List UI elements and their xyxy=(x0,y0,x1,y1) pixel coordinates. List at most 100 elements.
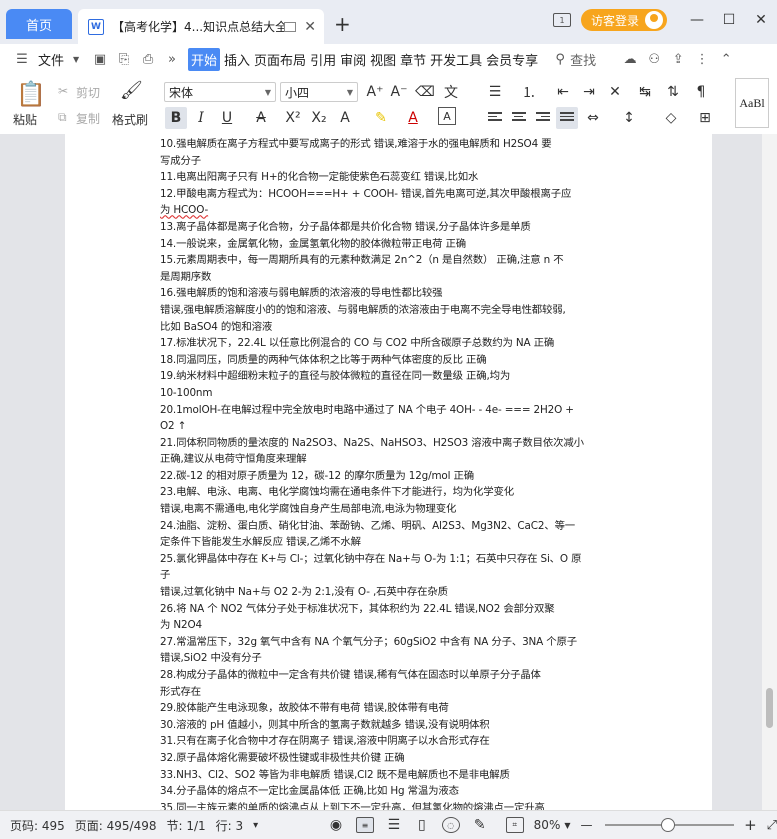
print-icon[interactable]: ⎙ xyxy=(140,52,156,67)
grow-font-icon[interactable]: A⁺ xyxy=(364,81,386,103)
fullscreen-icon[interactable]: ⤢ xyxy=(767,818,777,833)
strikethrough-button[interactable]: A xyxy=(250,107,272,129)
more-options-icon[interactable]: ⋮ xyxy=(694,52,710,67)
section-indicator[interactable]: 节: 1/1 xyxy=(166,817,205,834)
justify-icon[interactable] xyxy=(556,107,578,129)
align-right-icon[interactable] xyxy=(532,107,554,129)
highlight-icon[interactable]: ✎ xyxy=(370,107,392,129)
menu-chapter[interactable]: 章节 xyxy=(400,50,426,69)
page-count[interactable]: 页面: 495/498 xyxy=(75,817,157,834)
superscript-button[interactable]: X² xyxy=(282,107,304,129)
increase-indent-icon[interactable]: ⇥ xyxy=(578,81,600,103)
italic-button[interactable]: I xyxy=(190,107,212,129)
font-size-select[interactable]: 小四 ▼ xyxy=(280,82,358,102)
shading-icon[interactable]: ◇ xyxy=(660,107,682,129)
zoom-slider[interactable] xyxy=(604,818,735,832)
cloud-icon[interactable]: ☁ xyxy=(622,52,638,67)
collapse-ribbon-icon[interactable]: ⌃ xyxy=(718,52,734,67)
shrink-font-icon[interactable]: A⁻ xyxy=(388,81,410,103)
outline-view-icon[interactable]: ☰ xyxy=(386,817,402,833)
search-label[interactable]: 查找 xyxy=(570,50,596,69)
line-spacing-icon[interactable]: ↕ xyxy=(618,107,640,129)
style-preview[interactable]: AaBl xyxy=(735,78,769,128)
menu-view[interactable]: 视图 xyxy=(370,50,396,69)
page-count-icon[interactable]: 1 xyxy=(552,13,571,27)
align-center-icon[interactable] xyxy=(508,107,530,129)
sort-icon[interactable]: ⇅ xyxy=(662,81,684,103)
zoom-in-button[interactable]: + xyxy=(744,816,757,834)
show-marks-icon[interactable]: ¶ xyxy=(690,81,712,103)
home-tab[interactable]: 首页 xyxy=(6,9,72,39)
word-count-icon[interactable]: ▾ xyxy=(253,820,258,831)
underline-button[interactable]: U xyxy=(216,107,238,129)
menu-references[interactable]: 引用 xyxy=(310,50,336,69)
zoom-out-button[interactable]: — xyxy=(581,818,593,832)
row-indicator[interactable]: 行: 3 xyxy=(216,817,244,834)
minimize-button[interactable]: — xyxy=(681,12,713,28)
copy-button[interactable]: 复制 xyxy=(76,110,100,127)
document-line: 形式存在 xyxy=(160,684,705,701)
menu-developer[interactable]: 开发工具 xyxy=(430,50,482,69)
menu-member[interactable]: 会员专享 xyxy=(486,50,538,69)
share-user-icon[interactable]: ⚇ xyxy=(646,52,662,67)
page-number[interactable]: 页码: 495 xyxy=(10,817,65,834)
zoom-dropdown-icon[interactable]: ▼ xyxy=(564,821,570,830)
font-color-button[interactable]: A xyxy=(402,107,424,129)
align-left-icon[interactable] xyxy=(484,107,506,129)
write-view-icon[interactable]: ✎ xyxy=(472,817,488,833)
subscript-button[interactable]: X₂ xyxy=(308,107,330,129)
text-direction-icon[interactable]: ✕ xyxy=(604,81,626,103)
eye-protection-icon[interactable]: ◉ xyxy=(328,817,344,833)
fit-page-icon[interactable]: ⌗ xyxy=(505,817,524,833)
menu-page-layout[interactable]: 页面布局 xyxy=(254,50,306,69)
borders-icon[interactable]: ⊞ xyxy=(694,107,716,129)
bullet-list-icon[interactable]: ☰ xyxy=(484,81,506,103)
new-tab-button[interactable]: + xyxy=(334,12,351,36)
reading-view-icon[interactable]: ▯ xyxy=(414,817,430,833)
save-icon[interactable]: ▣ xyxy=(92,52,108,67)
cut-icon[interactable]: ✂ xyxy=(58,84,68,98)
share-icon[interactable]: ⇪ xyxy=(670,52,686,67)
scrollbar-thumb[interactable] xyxy=(766,688,773,728)
zoom-level[interactable]: 80% xyxy=(534,818,561,832)
menu-start[interactable]: 开始 xyxy=(188,47,221,71)
char-border-button[interactable]: A xyxy=(438,107,456,125)
menu-review[interactable]: 审阅 xyxy=(340,50,366,69)
clear-format-icon[interactable]: ⌫ xyxy=(414,81,436,103)
document-line-text: 25.氯化钾晶体中存在 K+与 Cl-；过氧化钠中存在 Na+与 O-为 1:1… xyxy=(160,552,582,565)
decrease-indent-icon[interactable]: ⇤ xyxy=(552,81,574,103)
format-painter-button[interactable]: 格式刷 xyxy=(112,111,148,128)
zoom-slider-knob[interactable] xyxy=(660,818,675,832)
font-name-value: 宋体 xyxy=(169,85,194,100)
font-name-select[interactable]: 宋体 ▼ xyxy=(164,82,276,102)
close-tab-icon[interactable]: ✕ xyxy=(304,19,316,35)
document-line-text: 24.油脂、淀粉、蛋白质、硝化甘油、苯酚钠、乙烯、明矾、Al2S3、Mg3N2、… xyxy=(160,519,576,532)
document-tab[interactable]: W 【高考化学】4...知识点总结大全 ✕ xyxy=(78,9,324,44)
distribute-icon[interactable]: ⇔ xyxy=(582,107,604,129)
web-view-icon[interactable]: ◌ xyxy=(441,817,460,833)
document-line: 10.强电解质在离子方程式中要写成离子的形式 错误,难溶于水的强电解质和 H2S… xyxy=(160,136,705,153)
more-quick-icon[interactable]: » xyxy=(164,52,180,67)
chinese-layout-icon[interactable]: ↹ xyxy=(634,81,656,103)
copy-icon[interactable]: ⧉ xyxy=(58,110,67,125)
paste-button[interactable]: 粘贴 xyxy=(13,111,37,128)
page-view-icon[interactable]: ≡ xyxy=(355,817,374,833)
menu-insert[interactable]: 插入 xyxy=(224,50,250,69)
export-pdf-icon[interactable]: ⎘ xyxy=(116,52,132,67)
document-page[interactable]: 10.强电解质在离子方程式中要写成离子的形式 错误,难溶于水的强电解质和 H2S… xyxy=(65,134,712,810)
visitor-login-button[interactable]: 访客登录 xyxy=(580,9,667,31)
phonetic-icon[interactable]: 文 xyxy=(440,81,462,103)
bold-button[interactable]: B xyxy=(165,107,187,129)
monitor-icon[interactable] xyxy=(284,21,297,32)
maximize-button[interactable]: ☐ xyxy=(713,12,745,28)
numbered-list-icon[interactable]: ⒈ xyxy=(518,81,540,103)
paste-icon[interactable]: 📋 xyxy=(16,80,46,108)
chevron-down-icon[interactable]: ▼ xyxy=(68,52,84,66)
text-effect-button[interactable]: A xyxy=(334,107,356,129)
cut-button[interactable]: 剪切 xyxy=(76,84,100,101)
hamburger-icon[interactable]: ☰ xyxy=(14,52,30,67)
search-icon[interactable]: ⚲ xyxy=(552,52,568,67)
close-window-button[interactable]: ✕ xyxy=(745,12,777,28)
file-menu[interactable]: 文件 xyxy=(38,50,64,69)
format-painter-icon[interactable]: 🖌 xyxy=(120,80,143,101)
